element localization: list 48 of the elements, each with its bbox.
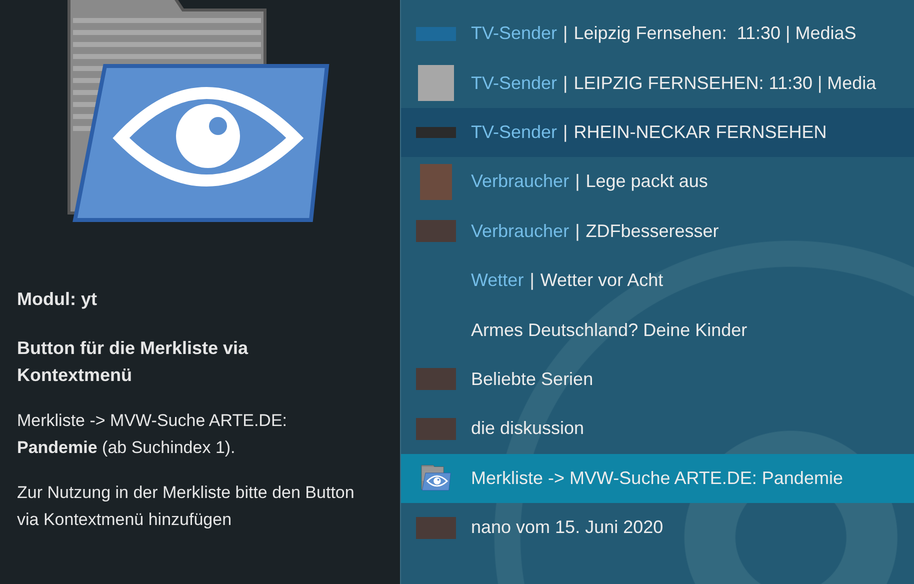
category-label: TV-Sender bbox=[471, 72, 558, 95]
photo-placeholder bbox=[416, 368, 456, 390]
list-item[interactable]: Merkliste -> MVW-Suche ARTE.DE: Pandemie bbox=[401, 454, 914, 503]
list-item[interactable]: Armes Deutschland? Deine Kinder bbox=[401, 305, 914, 355]
separator-text: | bbox=[563, 120, 568, 144]
item-title: Leipzig Fernsehen: 11:30 | MediaS bbox=[574, 22, 856, 46]
item-title: Beliebte Serien bbox=[471, 368, 594, 391]
logo-thumbnail bbox=[416, 126, 456, 138]
separator-text: | bbox=[563, 22, 568, 46]
list-item[interactable]: die diskussion bbox=[401, 404, 914, 454]
item-title: Wetter vor Acht bbox=[540, 269, 664, 292]
item-title: die diskussion bbox=[471, 417, 584, 440]
item-title: LEIPZIG FERNSEHEN: 11:30 | Media bbox=[574, 72, 876, 95]
item-title: Lege packt aus bbox=[586, 170, 708, 194]
separator-text: | bbox=[530, 269, 534, 292]
info-description: Merkliste -> MVW-Suche ARTE.DE: Pandemie (ab Suchindex 1). bbox=[17, 410, 288, 459]
category-label: TV-Sender bbox=[471, 22, 558, 46]
list-item[interactable]: Verbraucher | ZDFbesseresser bbox=[401, 206, 914, 256]
logo-thumbnail bbox=[416, 26, 456, 41]
folder-eye-icon bbox=[65, 0, 330, 223]
module-label: Modul: yt bbox=[17, 288, 98, 311]
item-title: ZDFbesseresser bbox=[586, 220, 719, 243]
list-item[interactable]: TV-Sender | Leipzig Fernsehen: 11:30 | MediaS bbox=[401, 9, 914, 58]
item-title: RHEIN-NECKAR FERNSEHEN bbox=[574, 120, 827, 144]
separator-text: | bbox=[563, 72, 568, 95]
category-label: Verbraucher bbox=[471, 170, 570, 194]
list-item[interactable]: Verbraucher | Lege packt aus bbox=[401, 157, 914, 207]
list-item[interactable]: nano vom 15. Juni 2020 bbox=[401, 502, 914, 552]
item-title: Merkliste -> MVW-Suche ARTE.DE: Pandemie bbox=[471, 466, 843, 490]
photo-placeholder bbox=[416, 516, 456, 539]
item-title: Armes Deutschland? Deine Kinder bbox=[471, 318, 748, 342]
category-label: TV-Sender bbox=[471, 120, 558, 144]
photo-placeholder bbox=[416, 418, 456, 440]
category-label: Wetter bbox=[471, 269, 524, 292]
photo-placeholder bbox=[416, 220, 456, 242]
category-label: Verbraucher bbox=[471, 220, 570, 243]
separator-text: | bbox=[575, 220, 580, 243]
list-item[interactable]: Beliebte Serien bbox=[401, 354, 914, 404]
list-item[interactable]: TV-Sender | RHEIN-NECKAR FERNSEHEN bbox=[401, 108, 914, 158]
list-item[interactable]: TV-Sender | LEIPZIG FERNSEHEN: 11:30 | Media bbox=[401, 58, 914, 108]
info-hint: Zur Nutzung in der Merkliste bitte den Button via Kontextmenü hinzufügen bbox=[17, 482, 356, 531]
folder-eye-icon bbox=[421, 465, 451, 492]
separator-text: | bbox=[575, 170, 580, 194]
image-placeholder bbox=[418, 65, 454, 102]
photo-placeholder bbox=[420, 164, 452, 200]
item-title: nano vom 15. Juni 2020 bbox=[471, 516, 664, 540]
list-item[interactable]: Wetter | Wetter vor Acht bbox=[401, 256, 914, 306]
info-heading: Button für die Merkliste via Kontextmenü bbox=[17, 337, 250, 387]
